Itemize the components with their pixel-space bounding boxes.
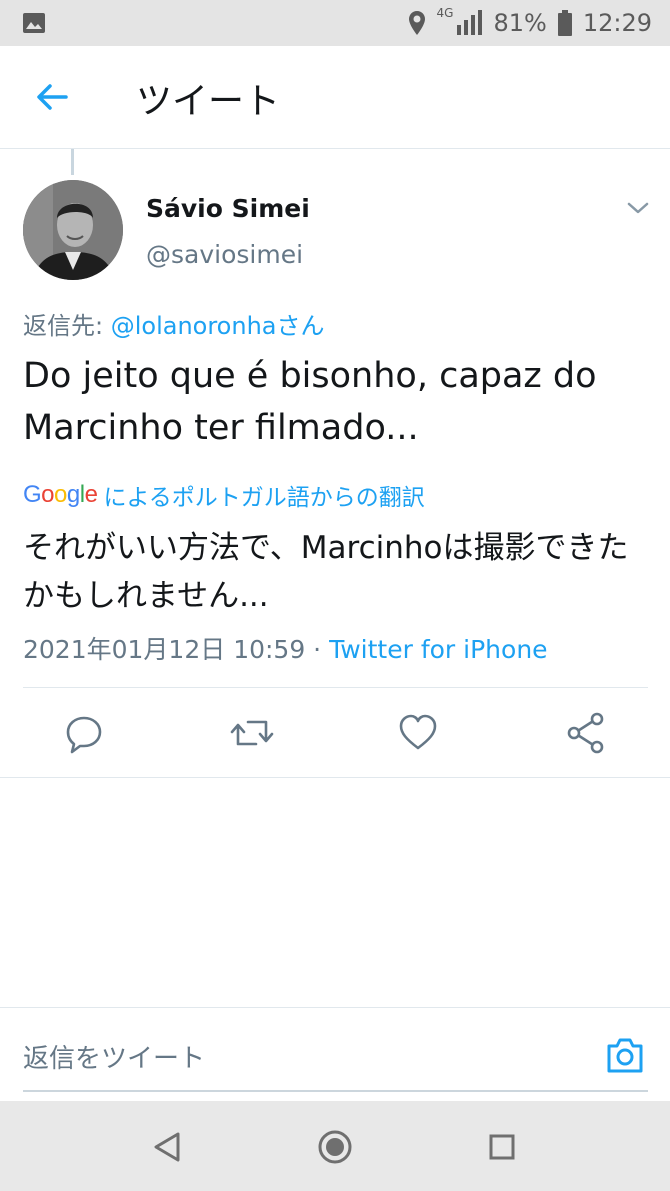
translated-text: それがいい方法で、Marcinhoは撮影できたかもしれません... bbox=[23, 530, 629, 614]
reply-input-underline bbox=[23, 1090, 648, 1092]
google-logo: Google bbox=[23, 481, 98, 508]
timestamp: 2021年01月12日 10:59 · bbox=[23, 635, 330, 664]
share-icon[interactable] bbox=[566, 710, 606, 756]
clock: 12:29 bbox=[582, 9, 652, 37]
author-handle[interactable]: @saviosimei bbox=[146, 240, 303, 269]
like-icon[interactable] bbox=[398, 710, 438, 756]
tweet-text: Do jeito que é bisonho, capaz do Marcinh… bbox=[23, 356, 597, 448]
reply-icon[interactable] bbox=[64, 710, 104, 756]
network-type: 4G bbox=[436, 6, 454, 20]
battery-percent: 81% bbox=[493, 9, 547, 37]
nav-recents-icon[interactable] bbox=[482, 1127, 522, 1167]
nav-home-icon[interactable] bbox=[315, 1127, 355, 1167]
tweet-meta: 2021年01月12日 10:59 · Twitter for iPhone bbox=[23, 630, 548, 666]
retweet-icon[interactable] bbox=[230, 710, 274, 756]
app-header: ツイート bbox=[0, 46, 670, 149]
replying-mention-link[interactable]: @lolanoronhaさん bbox=[111, 312, 325, 340]
camera-icon[interactable] bbox=[605, 1036, 645, 1074]
translation-label-text: によるポルトガル語からの翻訳 bbox=[103, 485, 425, 511]
reply-input[interactable]: 返信をツイート bbox=[23, 1038, 205, 1075]
avatar[interactable] bbox=[23, 180, 123, 280]
tweet-actions bbox=[0, 710, 670, 756]
page-title: ツイート bbox=[136, 81, 281, 122]
author-name[interactable]: Sávio Simei bbox=[146, 194, 310, 223]
source-link[interactable]: Twitter for iPhone bbox=[329, 635, 547, 664]
chevron-down-icon[interactable] bbox=[626, 198, 650, 218]
image-icon bbox=[23, 13, 45, 33]
status-bar: 4G 81% 12:29 bbox=[0, 0, 670, 46]
translation-label[interactable]: Google によるポルトガル語からの翻訳 bbox=[23, 478, 425, 512]
nav-back-icon[interactable] bbox=[148, 1127, 188, 1167]
thread-connector-line bbox=[71, 149, 74, 175]
divider bbox=[0, 777, 670, 778]
signal-icon bbox=[457, 10, 483, 35]
back-arrow-icon[interactable] bbox=[34, 79, 70, 115]
replying-prefix: 返信先: bbox=[23, 312, 111, 340]
location-icon bbox=[408, 11, 425, 35]
battery-icon bbox=[557, 10, 572, 36]
divider bbox=[0, 1007, 670, 1008]
divider bbox=[23, 687, 648, 688]
replying-to: 返信先: @lolanoronhaさん bbox=[23, 306, 325, 341]
system-navbar bbox=[0, 1101, 670, 1191]
